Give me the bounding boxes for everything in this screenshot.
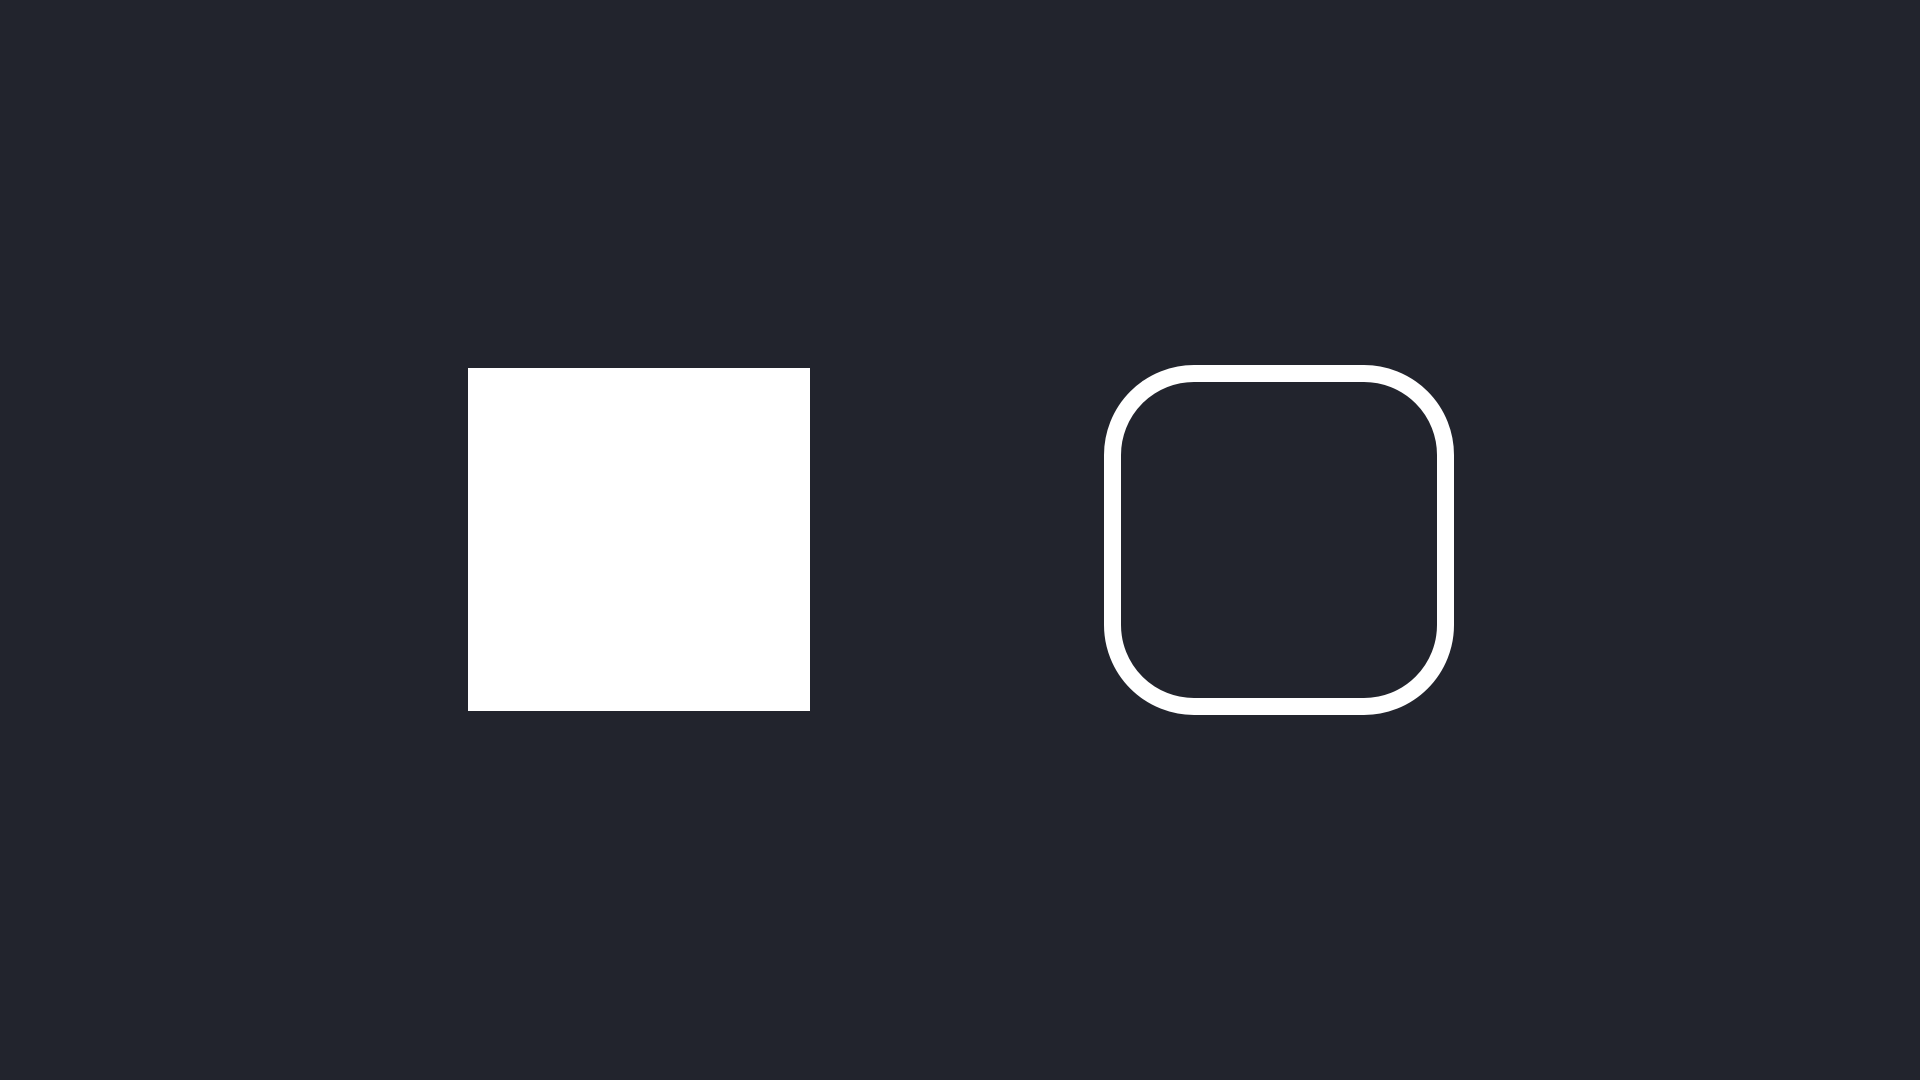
outlined-rounded-square-shape (1104, 365, 1454, 715)
filled-square-shape (468, 368, 810, 711)
canvas (0, 0, 1920, 1080)
